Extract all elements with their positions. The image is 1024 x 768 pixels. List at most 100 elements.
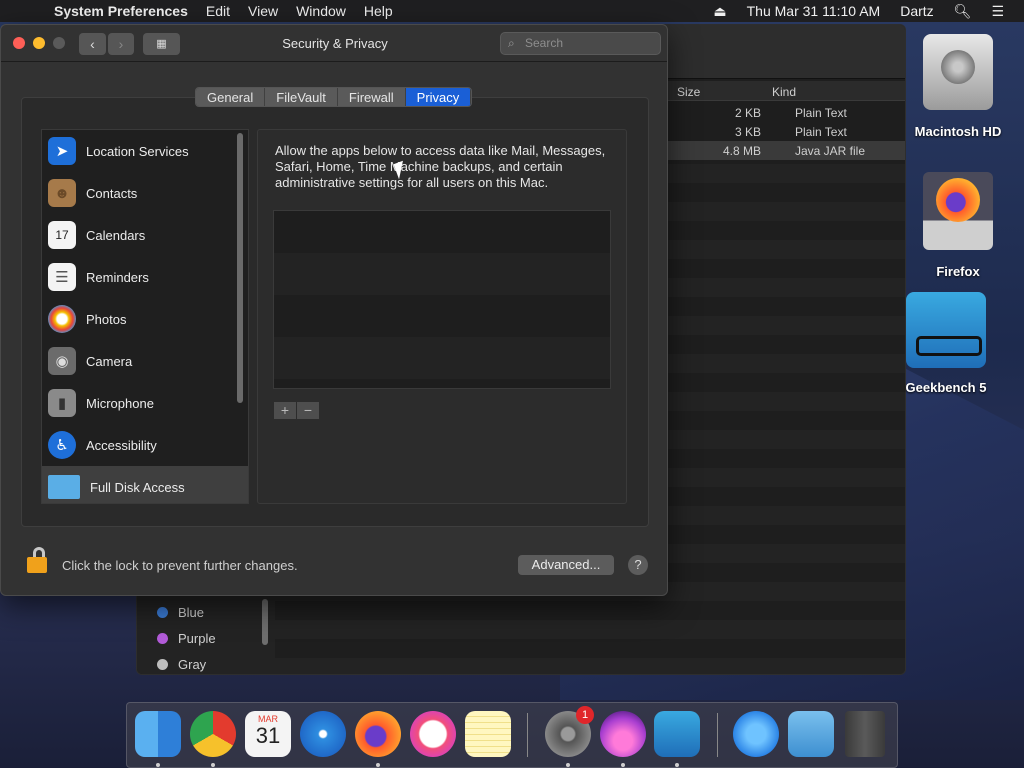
camera-icon: ◉ [48, 347, 76, 375]
remove-app-button[interactable]: − [297, 402, 319, 419]
privacy-item-contacts[interactable]: ☻ Contacts [42, 172, 248, 214]
finder-sidebar: Blue Purple Gray [137, 585, 275, 674]
privacy-item-label: Full Disk Access [90, 479, 185, 495]
tab-privacy[interactable]: Privacy [405, 88, 472, 106]
privacy-item-calendars[interactable]: 17 Calendars [42, 214, 248, 256]
folder-icon [48, 475, 80, 499]
eject-icon[interactable]: ⏏ [713, 3, 726, 20]
photos-icon [48, 305, 76, 333]
dock: MAR 31 [126, 702, 898, 768]
tab-filevault[interactable]: FileVault [265, 88, 338, 106]
column-size[interactable]: Size [667, 81, 762, 100]
desktop-icon-label: Macintosh HD [914, 124, 1002, 139]
full-disk-access-description: Allow the apps below to access data like… [275, 143, 606, 190]
tag-label: Blue [178, 605, 205, 620]
itunes-icon[interactable] [410, 711, 456, 757]
firefox-icon[interactable] [355, 711, 401, 757]
privacy-item-label: Camera [86, 353, 133, 369]
finder-column-headers: Size Kind [667, 81, 905, 101]
desktop-icon-macintosh-hd[interactable]: Macintosh HD [903, 34, 1013, 139]
microphone-icon: ▮ [48, 389, 76, 417]
running-indicator [156, 763, 160, 767]
tag-label: Gray [178, 657, 207, 672]
file-row[interactable]: 3 KB Plain Text [667, 122, 905, 141]
firefox-disk-icon [923, 172, 993, 250]
file-kind: Plain Text [795, 125, 847, 139]
privacy-item-reminders[interactable]: ☰ Reminders [42, 256, 248, 298]
tab-general[interactable]: General [196, 88, 266, 106]
hard-drive-icon [923, 34, 993, 110]
lock-icon[interactable] [27, 547, 47, 575]
privacy-item-camera[interactable]: ◉ Camera [42, 340, 248, 382]
finder-icon[interactable] [135, 711, 181, 757]
menu-edit[interactable]: Edit [206, 3, 230, 19]
calendar-icon: 17 [48, 221, 76, 249]
menu-help[interactable]: Help [364, 3, 393, 19]
desktop-icon-label: Firefox [936, 264, 980, 279]
running-indicator [376, 763, 380, 767]
menu-view[interactable]: View [248, 3, 278, 19]
installer-icon[interactable] [600, 711, 646, 757]
desktop-icon-firefox[interactable]: Firefox [903, 172, 1013, 279]
privacy-item-label: Location Services [86, 143, 189, 159]
dock-separator [717, 713, 718, 757]
title-bar[interactable]: ‹ › ▦ Security & Privacy ⌕ Search [1, 25, 667, 62]
running-indicator [675, 763, 679, 767]
notes-icon[interactable] [465, 711, 511, 757]
privacy-item-label: Accessibility [86, 437, 157, 453]
file-size: 4.8 MB [722, 144, 761, 158]
privacy-item-accessibility[interactable]: ♿︎ Accessibility [42, 424, 248, 466]
privacy-category-list[interactable]: ➤ Location Services ☻ Contacts 17 Calend… [41, 129, 249, 504]
tab-bar: General FileVault Firewall Privacy [195, 87, 473, 107]
security-privacy-window: ‹ › ▦ Security & Privacy ⌕ Search Genera… [0, 24, 668, 596]
desktop-icon-label: Geekbench 5 [905, 380, 987, 395]
tag-purple[interactable]: Purple [157, 631, 216, 646]
geekbench-dock-icon[interactable] [654, 711, 700, 757]
reminders-icon: ☰ [48, 263, 76, 291]
calendar-app-icon[interactable]: MAR 31 [245, 711, 291, 757]
search-field[interactable]: ⌕ Search [500, 32, 661, 55]
help-button[interactable]: ? [628, 555, 648, 575]
menu-window[interactable]: Window [296, 3, 346, 19]
privacy-list-scrollbar[interactable] [237, 133, 243, 403]
running-indicator [566, 763, 570, 767]
tag-blue[interactable]: Blue [157, 605, 204, 620]
notification-center-icon[interactable]: ☰ [991, 3, 1004, 20]
geekbench-icon [906, 292, 986, 368]
tag-dot-icon [157, 659, 168, 670]
privacy-item-microphone[interactable]: ▮ Microphone [42, 382, 248, 424]
file-kind: Java JAR file [795, 144, 866, 158]
chrome-icon[interactable] [190, 711, 236, 757]
trash-icon[interactable] [845, 711, 885, 757]
menu-app-name[interactable]: System Preferences [54, 3, 188, 19]
privacy-item-photos[interactable]: Photos [42, 298, 248, 340]
menu-clock[interactable]: Thu Mar 31 11:10 AM [747, 3, 881, 19]
add-app-button[interactable]: + [274, 402, 296, 419]
file-row-selected[interactable]: 4.8 MB Java JAR file [667, 141, 905, 160]
privacy-item-label: Reminders [86, 269, 149, 285]
tag-gray[interactable]: Gray [157, 657, 206, 672]
tab-firewall[interactable]: Firewall [337, 88, 406, 106]
spotlight-icon[interactable]: 🔍︎ [954, 3, 972, 20]
menu-bar: System Preferences Edit View Window Help… [0, 0, 1024, 22]
advanced-button[interactable]: Advanced... [518, 555, 614, 575]
lock-message: Click the lock to prevent further change… [62, 558, 298, 573]
app-store-icon[interactable] [733, 711, 779, 757]
privacy-item-label: Calendars [86, 227, 146, 243]
column-kind[interactable]: Kind [762, 81, 806, 100]
dock-separator [527, 713, 528, 757]
privacy-item-full-disk-access[interactable]: Full Disk Access [42, 466, 248, 503]
safari-icon[interactable] [300, 711, 346, 757]
privacy-item-label: Contacts [86, 185, 138, 201]
privacy-item-location-services[interactable]: ➤ Location Services [42, 130, 248, 172]
allowed-apps-list[interactable] [273, 210, 611, 389]
tag-label: Purple [178, 631, 216, 646]
location-icon: ➤ [48, 137, 76, 165]
downloads-folder-icon[interactable] [788, 711, 834, 757]
tag-dot-icon [157, 633, 168, 644]
file-row[interactable]: 2 KB Plain Text [667, 103, 905, 122]
finder-sidebar-scrollbar[interactable] [262, 599, 268, 645]
file-kind: Plain Text [795, 106, 847, 120]
desktop-icon-geekbench[interactable]: Geekbench 5 [891, 292, 1001, 395]
menu-user[interactable]: Dartz [900, 3, 933, 19]
